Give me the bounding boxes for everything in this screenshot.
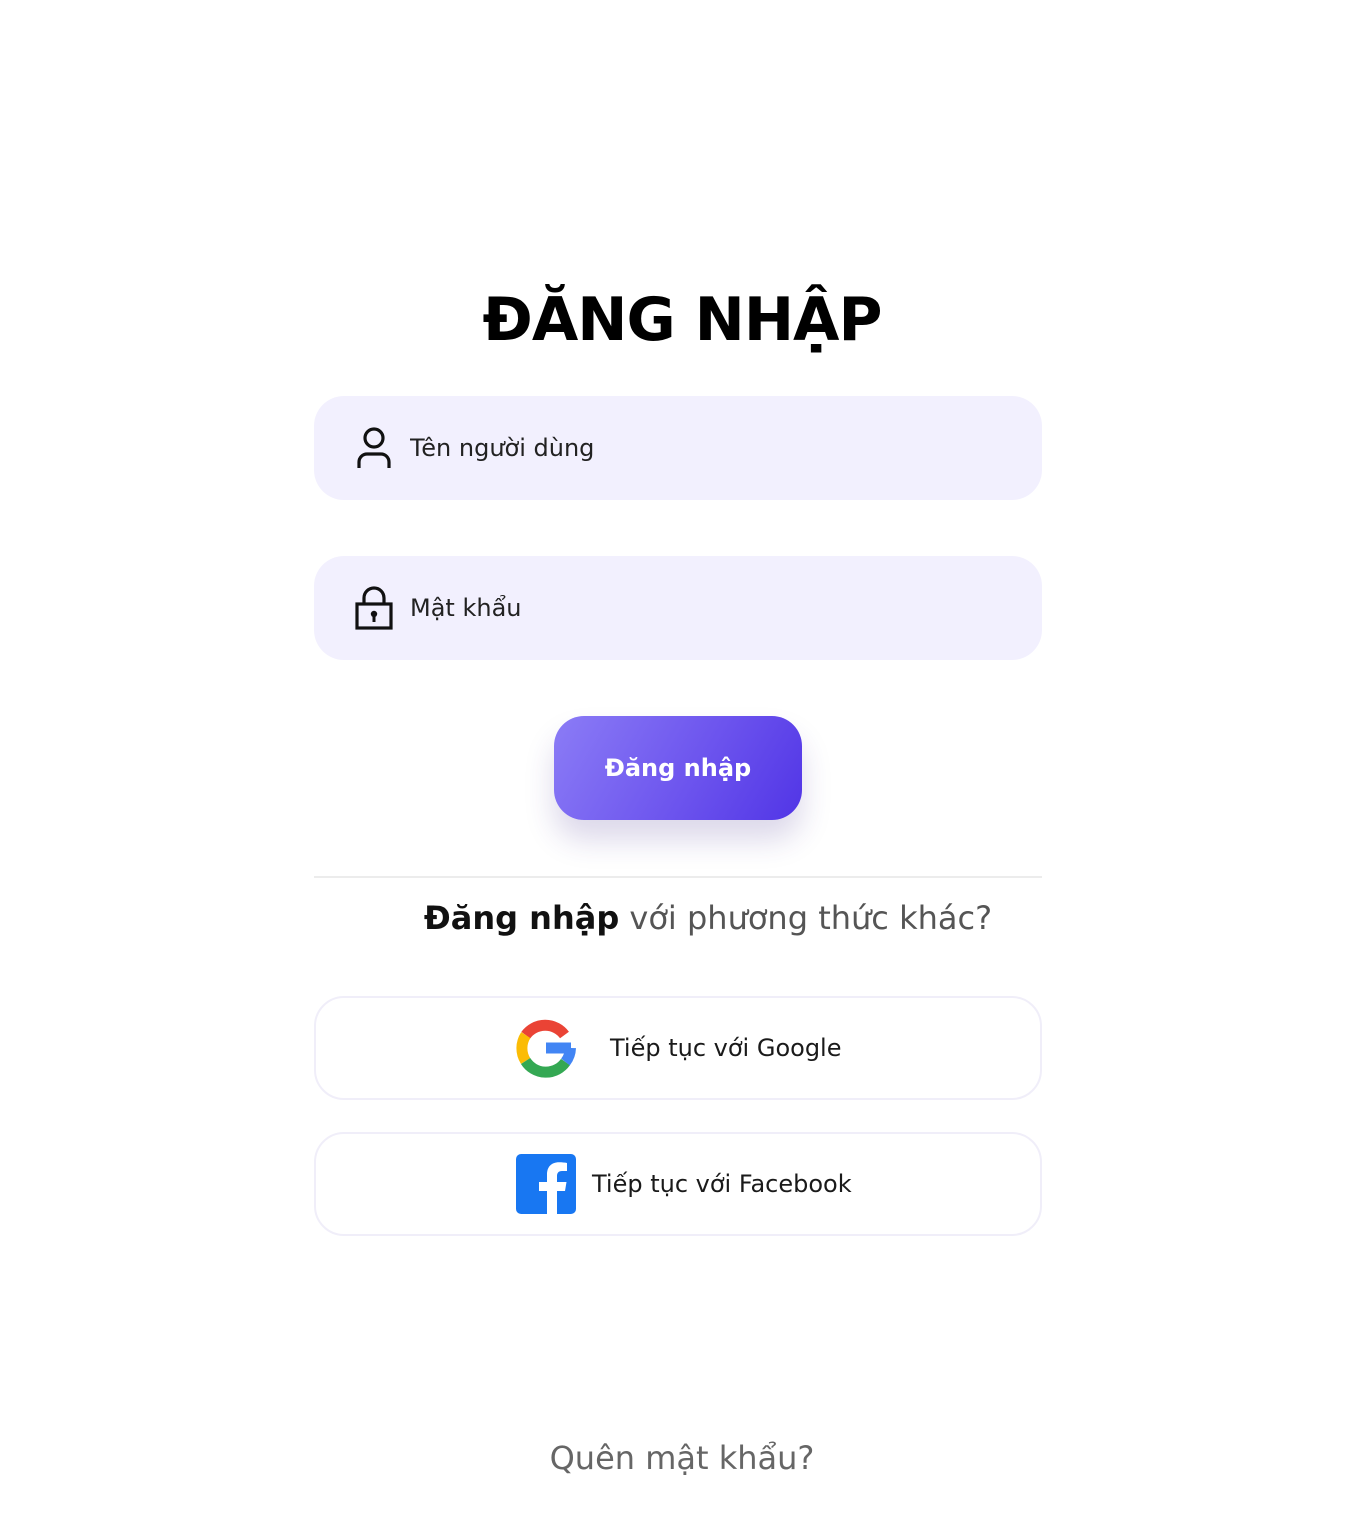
- login-button[interactable]: Đăng nhập: [554, 716, 802, 820]
- facebook-login-label: Tiếp tục với Facebook: [592, 1170, 852, 1198]
- divider: [314, 876, 1042, 878]
- username-field[interactable]: [314, 396, 1042, 500]
- lock-icon: [354, 586, 394, 630]
- alternative-login-strong: Đăng nhập: [423, 899, 620, 937]
- google-login-button[interactable]: Tiếp tục với Google: [314, 996, 1042, 1100]
- password-input[interactable]: [410, 594, 1010, 622]
- user-icon: [354, 426, 394, 470]
- google-login-label: Tiếp tục với Google: [610, 1034, 842, 1062]
- alternative-login-text: Đăng nhập với phương thức khác?: [0, 894, 1364, 942]
- facebook-login-button[interactable]: Tiếp tục với Facebook: [314, 1132, 1042, 1236]
- page-title: ĐĂNG NHẬP: [482, 285, 883, 355]
- forgot-password-link[interactable]: Quên mật khẩu?: [0, 1434, 1364, 1482]
- username-input[interactable]: [410, 434, 1010, 462]
- facebook-icon: [516, 1154, 576, 1214]
- google-icon: [516, 1018, 576, 1078]
- password-field[interactable]: [314, 556, 1042, 660]
- alternative-login-rest: với phương thức khác?: [619, 899, 993, 937]
